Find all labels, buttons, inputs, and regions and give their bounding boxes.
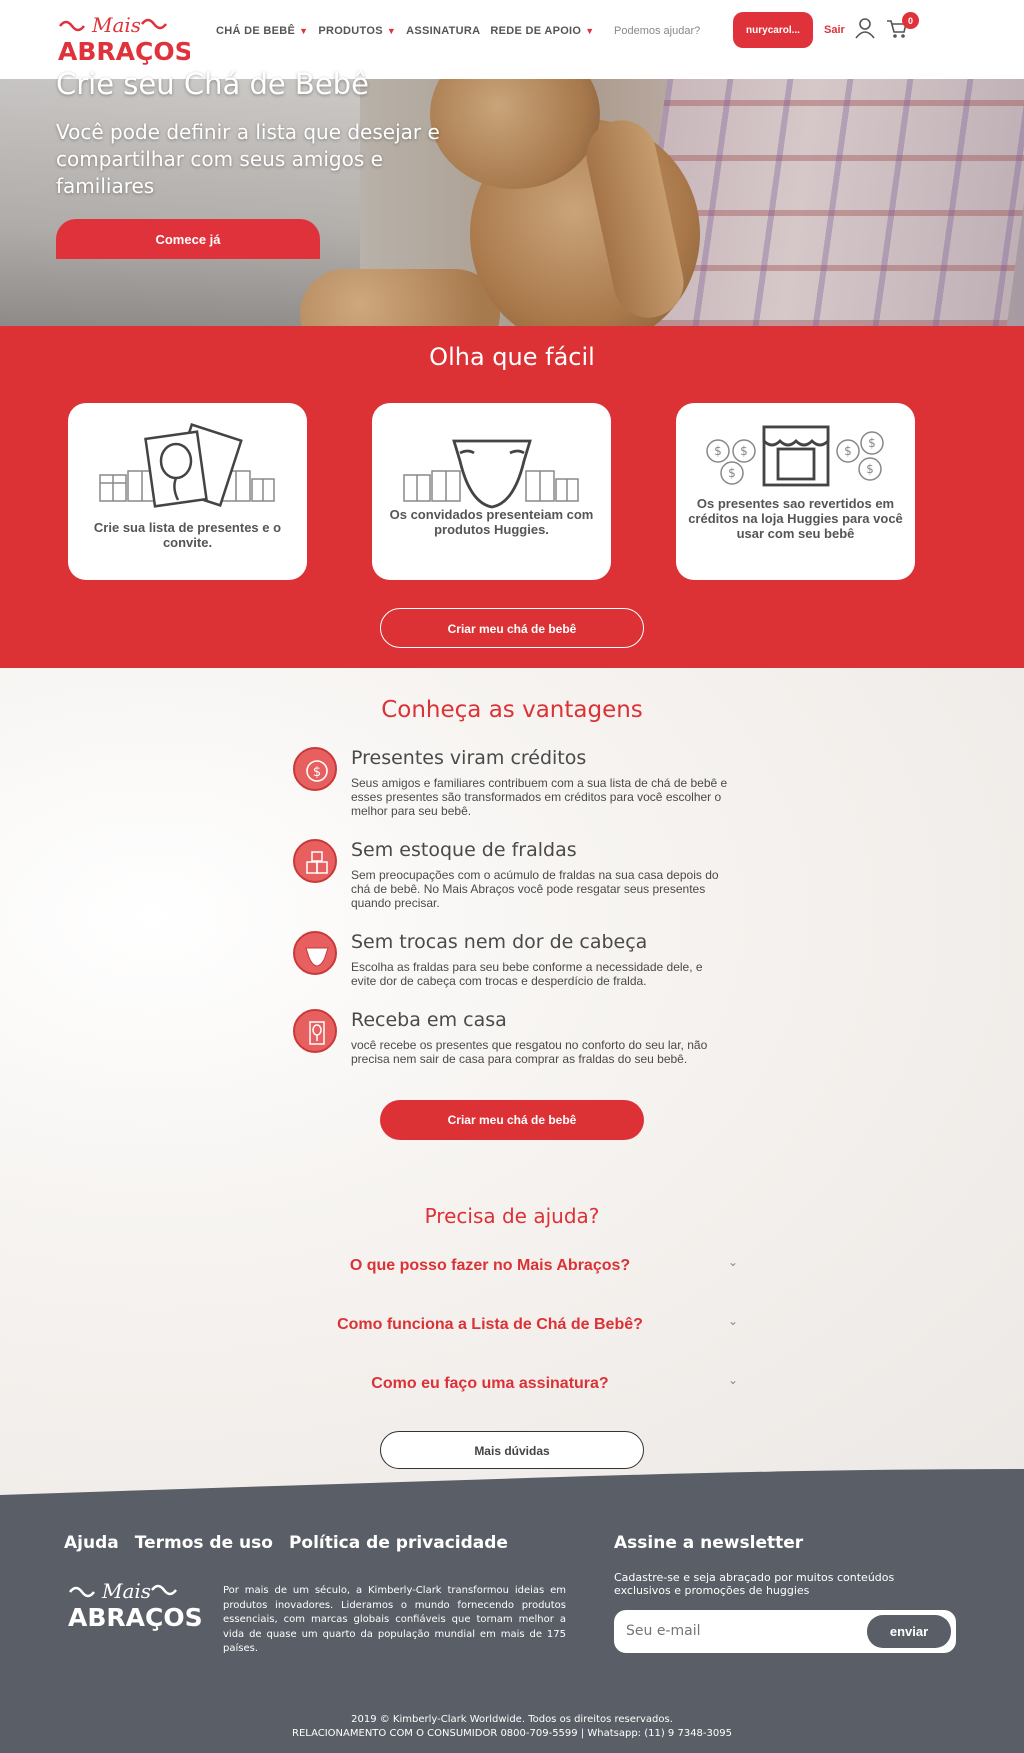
svg-text:$: $ xyxy=(866,462,874,476)
svg-text:$: $ xyxy=(740,444,748,458)
create-baby-shower-button[interactable]: Criar meu chá de bebê xyxy=(380,608,644,648)
home-delivery-icon xyxy=(293,1009,337,1053)
faq-question[interactable]: Como funciona a Lista de Chá de Bebê? xyxy=(250,1316,730,1334)
step-text: Os convidados presenteiam com produtos H… xyxy=(389,507,594,537)
footer-link-privacy[interactable]: Política de privacidade xyxy=(289,1533,508,1553)
step-card-guests-gift: Os convidados presenteiam com produtos H… xyxy=(372,403,611,580)
svg-text:$: $ xyxy=(728,466,736,480)
svg-text:$: $ xyxy=(714,444,722,458)
diaper-icon xyxy=(293,931,337,975)
footer-logo-bottom: ABRAÇOS xyxy=(68,1603,203,1632)
hero-subtitle: Você pode definir a lista que desejar e … xyxy=(56,120,440,198)
advantage-title: Sem estoque de fraldas xyxy=(351,839,577,861)
company-about-text: Por mais de um século, a Kimberly-Clark … xyxy=(223,1585,566,1654)
footer-links: Ajuda Termos de uso Política de privacid… xyxy=(64,1533,508,1553)
nav-cha-de-bebe[interactable]: CHÁ DE BEBÊ ▼ xyxy=(216,25,308,37)
logout-link[interactable]: Sair xyxy=(824,24,845,36)
chevron-down-icon[interactable]: ⌄ xyxy=(728,1255,742,1269)
nav-label: ASSINATURA xyxy=(406,25,481,37)
create-baby-shower-button-2[interactable]: Criar meu chá de bebê xyxy=(380,1100,644,1140)
invitation-card-icon xyxy=(99,423,275,508)
svg-text:$: $ xyxy=(313,765,321,780)
newsletter-send-button[interactable]: enviar xyxy=(867,1615,951,1648)
newsletter-email-input[interactable] xyxy=(626,1618,846,1644)
step-card-credits: $ $ $ $ $ $ Os presentes sao revertidos em c… xyxy=(676,403,915,580)
step-card-create-list: Crie sua lista de presentes e o convite. xyxy=(68,403,307,580)
footer-logo[interactable]: Mais ABRAÇOS xyxy=(64,1578,204,1638)
site-logo[interactable]: Mais ABRAÇOS xyxy=(56,12,190,70)
nav-produtos[interactable]: PRODUTOS ▼ xyxy=(318,25,396,37)
nav-label: REDE DE APOIO xyxy=(490,25,582,37)
advantages-title: Conheça as vantagens xyxy=(381,697,643,723)
start-now-button[interactable]: Comece já xyxy=(56,219,320,259)
logo-top-text: Mais xyxy=(91,13,141,37)
chevron-down-icon[interactable]: ⌄ xyxy=(728,1373,742,1387)
nav-rede-de-apoio[interactable]: REDE DE APOIO ▼ xyxy=(490,25,594,37)
hero-banner xyxy=(0,79,1024,326)
newsletter-form: enviar xyxy=(614,1610,956,1653)
newsletter-description: Cadastre-se e seja abraçado por muitos c… xyxy=(614,1571,895,1597)
logo-swirl-right xyxy=(141,18,167,30)
advantage-description: você recebe os presentes que resgatou no… xyxy=(351,1038,708,1066)
store-coins-icon: $ $ $ $ $ $ xyxy=(706,425,884,487)
main-nav: CHÁ DE BEBÊ ▼ PRODUTOS ▼ ASSINATURA REDE D… xyxy=(216,25,595,37)
chevron-down-icon: ▼ xyxy=(585,26,595,36)
how-it-works-title: Olha que fácil xyxy=(429,343,595,371)
logo-bottom-text: ABRAÇOS xyxy=(58,37,190,66)
coin-icon: $ xyxy=(293,747,337,791)
chevron-down-icon: ▼ xyxy=(299,26,309,36)
footer-link-help[interactable]: Ajuda xyxy=(64,1533,119,1553)
nav-label: PRODUTOS xyxy=(318,25,383,37)
footer-link-terms[interactable]: Termos de uso xyxy=(135,1533,273,1553)
hero-title: Crie seu Chá de Bebê xyxy=(56,67,369,101)
cart-count-badge: 0 xyxy=(902,12,919,29)
step-text: Os presentes sao revertidos em créditos … xyxy=(688,496,903,541)
faq-question[interactable]: O que posso fazer no Mais Abraços? xyxy=(250,1257,730,1275)
newsletter-title: Assine a newsletter xyxy=(614,1533,804,1553)
svg-text:$: $ xyxy=(868,436,876,450)
advantage-title: Presentes viram créditos xyxy=(351,747,587,769)
user-account-button[interactable]: nurycarol... xyxy=(733,12,813,48)
help-link[interactable]: Podemos ajudar? xyxy=(614,25,700,37)
consumer-contact: RELACIONAMENTO COM O CONSUMIDOR 0800-709… xyxy=(292,1728,732,1739)
chevron-down-icon[interactable]: ⌄ xyxy=(728,1314,742,1328)
advantage-description: Sem preocupações com o acúmulo de fralda… xyxy=(351,868,719,910)
chevron-down-icon: ▼ xyxy=(386,26,397,36)
teddy-bear-leg xyxy=(300,269,500,326)
advantage-title: Sem trocas nem dor de cabeça xyxy=(351,931,648,953)
how-it-works-section: Olha que fácil Crie sua lista de present… xyxy=(0,326,1024,668)
nav-label: CHÁ DE BEBÊ xyxy=(216,25,296,37)
advantage-description: Seus amigos e familiares contribuem com … xyxy=(351,776,728,818)
copyright-text: 2019 © Kimberly-Clark Worldwide. Todos o… xyxy=(351,1714,673,1725)
faq-question[interactable]: Como eu faço uma assinatura? xyxy=(250,1375,730,1393)
user-icon[interactable] xyxy=(854,17,876,39)
advantage-description: Escolha as fraldas para seu bebe conform… xyxy=(351,960,703,988)
copyright: 2019 © Kimberly-Clark Worldwide. Todos o… xyxy=(0,1713,1024,1741)
svg-text:$: $ xyxy=(844,444,852,458)
nav-assinatura[interactable]: ASSINATURA xyxy=(406,25,480,37)
boxes-icon xyxy=(293,839,337,883)
footer-logo-top: Mais xyxy=(101,1579,151,1603)
more-questions-button[interactable]: Mais dúvidas xyxy=(380,1431,644,1469)
step-text: Crie sua lista de presentes e o convite. xyxy=(93,520,282,550)
diaper-icon xyxy=(403,439,579,509)
advantage-title: Receba em casa xyxy=(351,1009,507,1031)
logo-swirl-left xyxy=(59,20,85,32)
faq-title: Precisa de ajuda? xyxy=(424,1204,600,1228)
